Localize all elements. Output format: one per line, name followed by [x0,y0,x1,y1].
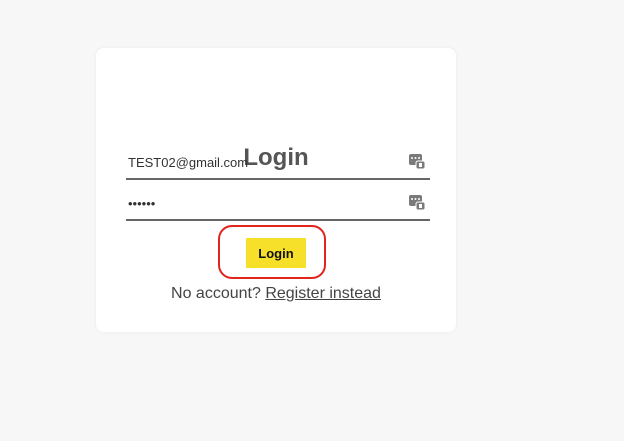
register-prompt-text: No account? [171,285,261,302]
email-input[interactable] [128,152,398,172]
password-input[interactable] [128,193,398,213]
password-field [126,189,430,221]
email-field [126,148,430,180]
password-manager-icon[interactable] [408,152,426,170]
login-button[interactable]: Login [246,238,306,268]
password-manager-icon[interactable] [408,193,426,211]
login-card: Login Login [96,48,456,332]
register-link[interactable]: Register instead [265,285,381,302]
register-prompt: No account? Register instead [96,285,456,303]
